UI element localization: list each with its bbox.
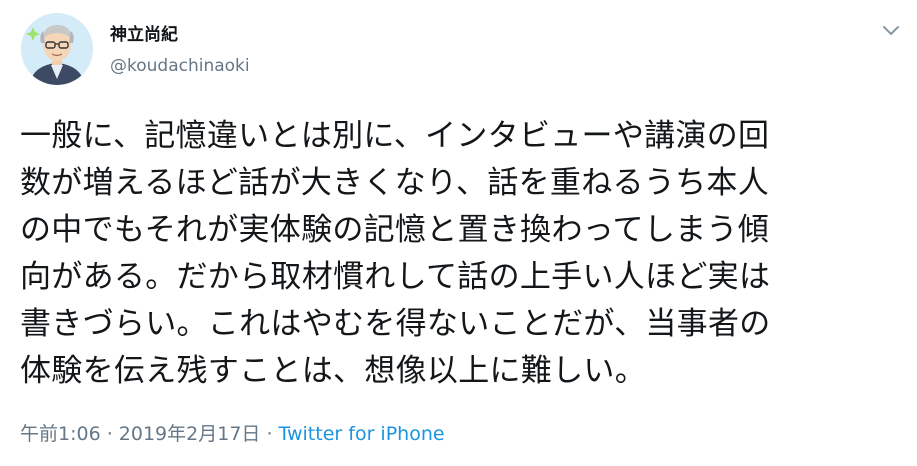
- avatar[interactable]: [21, 13, 93, 85]
- tweet-card: 神立尚紀 @koudachinaoki 一般に、記憶違いとは別に、インタビューや…: [0, 0, 917, 466]
- tweet-menu-button[interactable]: [880, 20, 902, 40]
- tweet-text-line: 一般に、記憶違いとは別に、インタビューや講演の回: [20, 118, 770, 154]
- tweet-source-link[interactable]: Twitter for iPhone: [279, 423, 445, 445]
- avatar-illustration-icon: [21, 13, 93, 85]
- tweet-text-line: 体験を伝え残すことは、想像以上に難しい。: [20, 353, 646, 389]
- tweet-text: 一般に、記憶違いとは別に、インタビューや講演の回 数が増えるほど話が大きくなり、…: [20, 113, 900, 395]
- tweet-text-line: 書きづらい。これはやむを得ないことだが、当事者の: [20, 306, 771, 342]
- chevron-down-icon: [883, 26, 899, 35]
- tweet-text-line: 向がある。だから取材慣れして話の上手い人ほど実は: [20, 259, 771, 295]
- tweet-text-line: の中でもそれが実体験の記憶と置き換わってしまう傾: [20, 212, 770, 248]
- tweet-text-line: 数が増えるほど話が大きくなり、話を重ねるうち本人: [20, 165, 770, 201]
- tweet-timestamp[interactable]: 午前1:06 · 2019年2月17日 ·: [20, 423, 279, 445]
- author-handle[interactable]: @koudachinaoki: [110, 55, 250, 77]
- author-name[interactable]: 神立尚紀: [110, 24, 178, 46]
- tweet-meta: 午前1:06 · 2019年2月17日 · Twitter for iPhone: [20, 422, 445, 446]
